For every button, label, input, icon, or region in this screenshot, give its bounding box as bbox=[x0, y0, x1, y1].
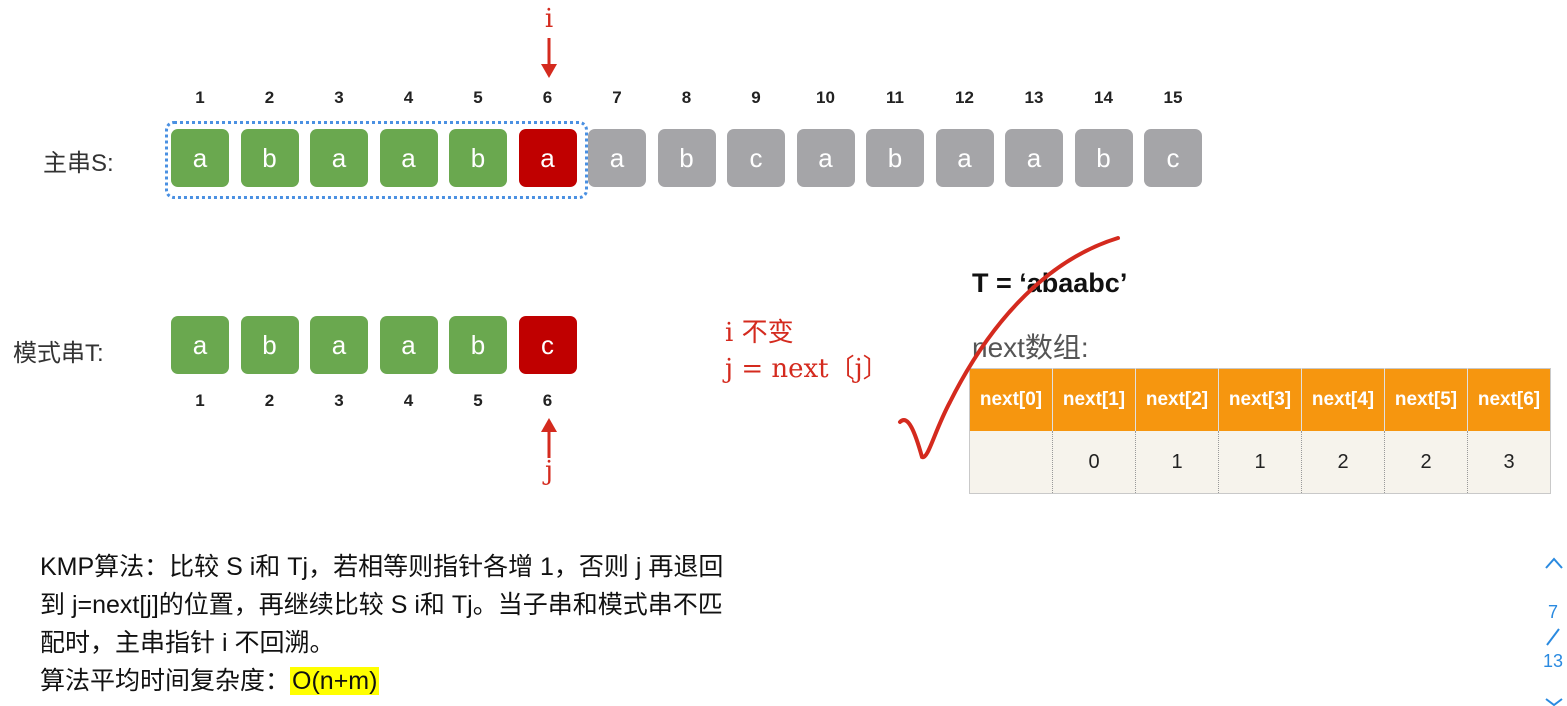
pattern-index-1: 1 bbox=[195, 391, 205, 410]
page-current: 7 bbox=[1547, 602, 1558, 622]
next-value-cell: 3 bbox=[1467, 431, 1551, 494]
main-index-2: 2 bbox=[264, 88, 275, 107]
next-header-cell: next[4] bbox=[1301, 368, 1385, 431]
main-char-cell: a bbox=[935, 129, 994, 187]
main-char-cell: b bbox=[657, 129, 716, 187]
main-index-12: 12 bbox=[955, 88, 974, 107]
pointer-i-label: i bbox=[544, 4, 554, 34]
matched-region-outline bbox=[165, 121, 588, 199]
pattern-char-cell: b bbox=[449, 316, 507, 374]
main-index-10: 10 bbox=[816, 88, 835, 107]
complexity-label: 算法平均时间复杂度： bbox=[40, 667, 291, 695]
main-index-9: 9 bbox=[751, 88, 761, 107]
main-char-cell: c bbox=[1144, 129, 1202, 187]
main-char-cell: a bbox=[1005, 129, 1063, 187]
main-string-label: 主串S: bbox=[43, 150, 114, 177]
main-index-5: 5 bbox=[473, 88, 483, 107]
main-char-cell: b bbox=[866, 129, 924, 187]
pattern-char-cell: a bbox=[310, 316, 368, 374]
pattern-char-cell: c bbox=[518, 316, 577, 374]
main-index-7: 7 bbox=[612, 88, 622, 107]
next-value-cell: 2 bbox=[1384, 431, 1468, 494]
page-total: 13 bbox=[1542, 651, 1564, 671]
page-separator-icon bbox=[1546, 628, 1560, 646]
pattern-string-label: 模式串T: bbox=[13, 340, 104, 367]
description-line-3: 配时，主串指针 i 不回溯。 bbox=[40, 629, 335, 657]
main-char-cell: a bbox=[796, 129, 855, 187]
pattern-index-2: 2 bbox=[264, 391, 275, 410]
pattern-char-cell: b bbox=[240, 316, 299, 374]
pattern-index-6: 6 bbox=[542, 391, 553, 410]
main-index-1: 1 bbox=[195, 88, 205, 107]
annotation-i-unchanged: i 不变 bbox=[725, 318, 794, 348]
description-line-4: 算法平均时间复杂度：O(n+m) bbox=[40, 662, 900, 700]
main-index-14: 14 bbox=[1094, 88, 1113, 107]
main-index-8: 8 bbox=[681, 88, 692, 107]
main-index-4: 4 bbox=[403, 88, 414, 107]
next-value-cell: 2 bbox=[1301, 431, 1385, 494]
main-char-cell: a bbox=[588, 129, 646, 187]
chevron-up-icon[interactable] bbox=[1544, 556, 1564, 570]
main-char-cell: c bbox=[727, 129, 785, 187]
pattern-index-5: 5 bbox=[473, 391, 483, 410]
pattern-index-4: 4 bbox=[403, 391, 414, 410]
main-index-11: 11 bbox=[886, 88, 904, 107]
next-header-cell: next[2] bbox=[1135, 368, 1219, 431]
pointer-i-arrow-icon bbox=[541, 38, 557, 78]
pointer-j-arrow-icon bbox=[541, 418, 557, 458]
complexity-value: O(n+m) bbox=[290, 667, 380, 695]
next-header-cell: next[5] bbox=[1384, 368, 1468, 431]
pointer-j-label: j bbox=[544, 456, 554, 486]
chevron-down-icon[interactable] bbox=[1544, 697, 1564, 706]
main-index-6: 6 bbox=[542, 88, 553, 107]
checkmark-icon bbox=[898, 236, 1120, 460]
pattern-index-3: 3 bbox=[334, 391, 344, 410]
main-index-3: 3 bbox=[334, 88, 344, 107]
annotation-j-next: j = next〔j〕 bbox=[725, 354, 889, 384]
next-value-cell: 1 bbox=[1218, 431, 1302, 494]
description-line-2: 到 j=next[j]的位置，再继续比较 S i和 Tj。当子串和模式串不匹 bbox=[40, 591, 723, 619]
pattern-char-cell: a bbox=[379, 316, 438, 374]
kmp-description: KMP算法：比较 S i和 Tj，若相等则指针各增 1，否则 j 再退回 到 j… bbox=[40, 548, 900, 700]
description-line-1: KMP算法：比较 S i和 Tj，若相等则指针各增 1，否则 j 再退回 bbox=[40, 553, 724, 581]
next-value-cell: 1 bbox=[1135, 431, 1219, 494]
next-header-cell: next[6] bbox=[1467, 368, 1551, 431]
main-index-13: 13 bbox=[1024, 88, 1044, 107]
main-char-cell: b bbox=[1074, 129, 1133, 187]
pattern-char-cell: a bbox=[171, 316, 229, 374]
main-index-15: 15 bbox=[1163, 88, 1183, 107]
next-header-cell: next[3] bbox=[1218, 368, 1302, 431]
